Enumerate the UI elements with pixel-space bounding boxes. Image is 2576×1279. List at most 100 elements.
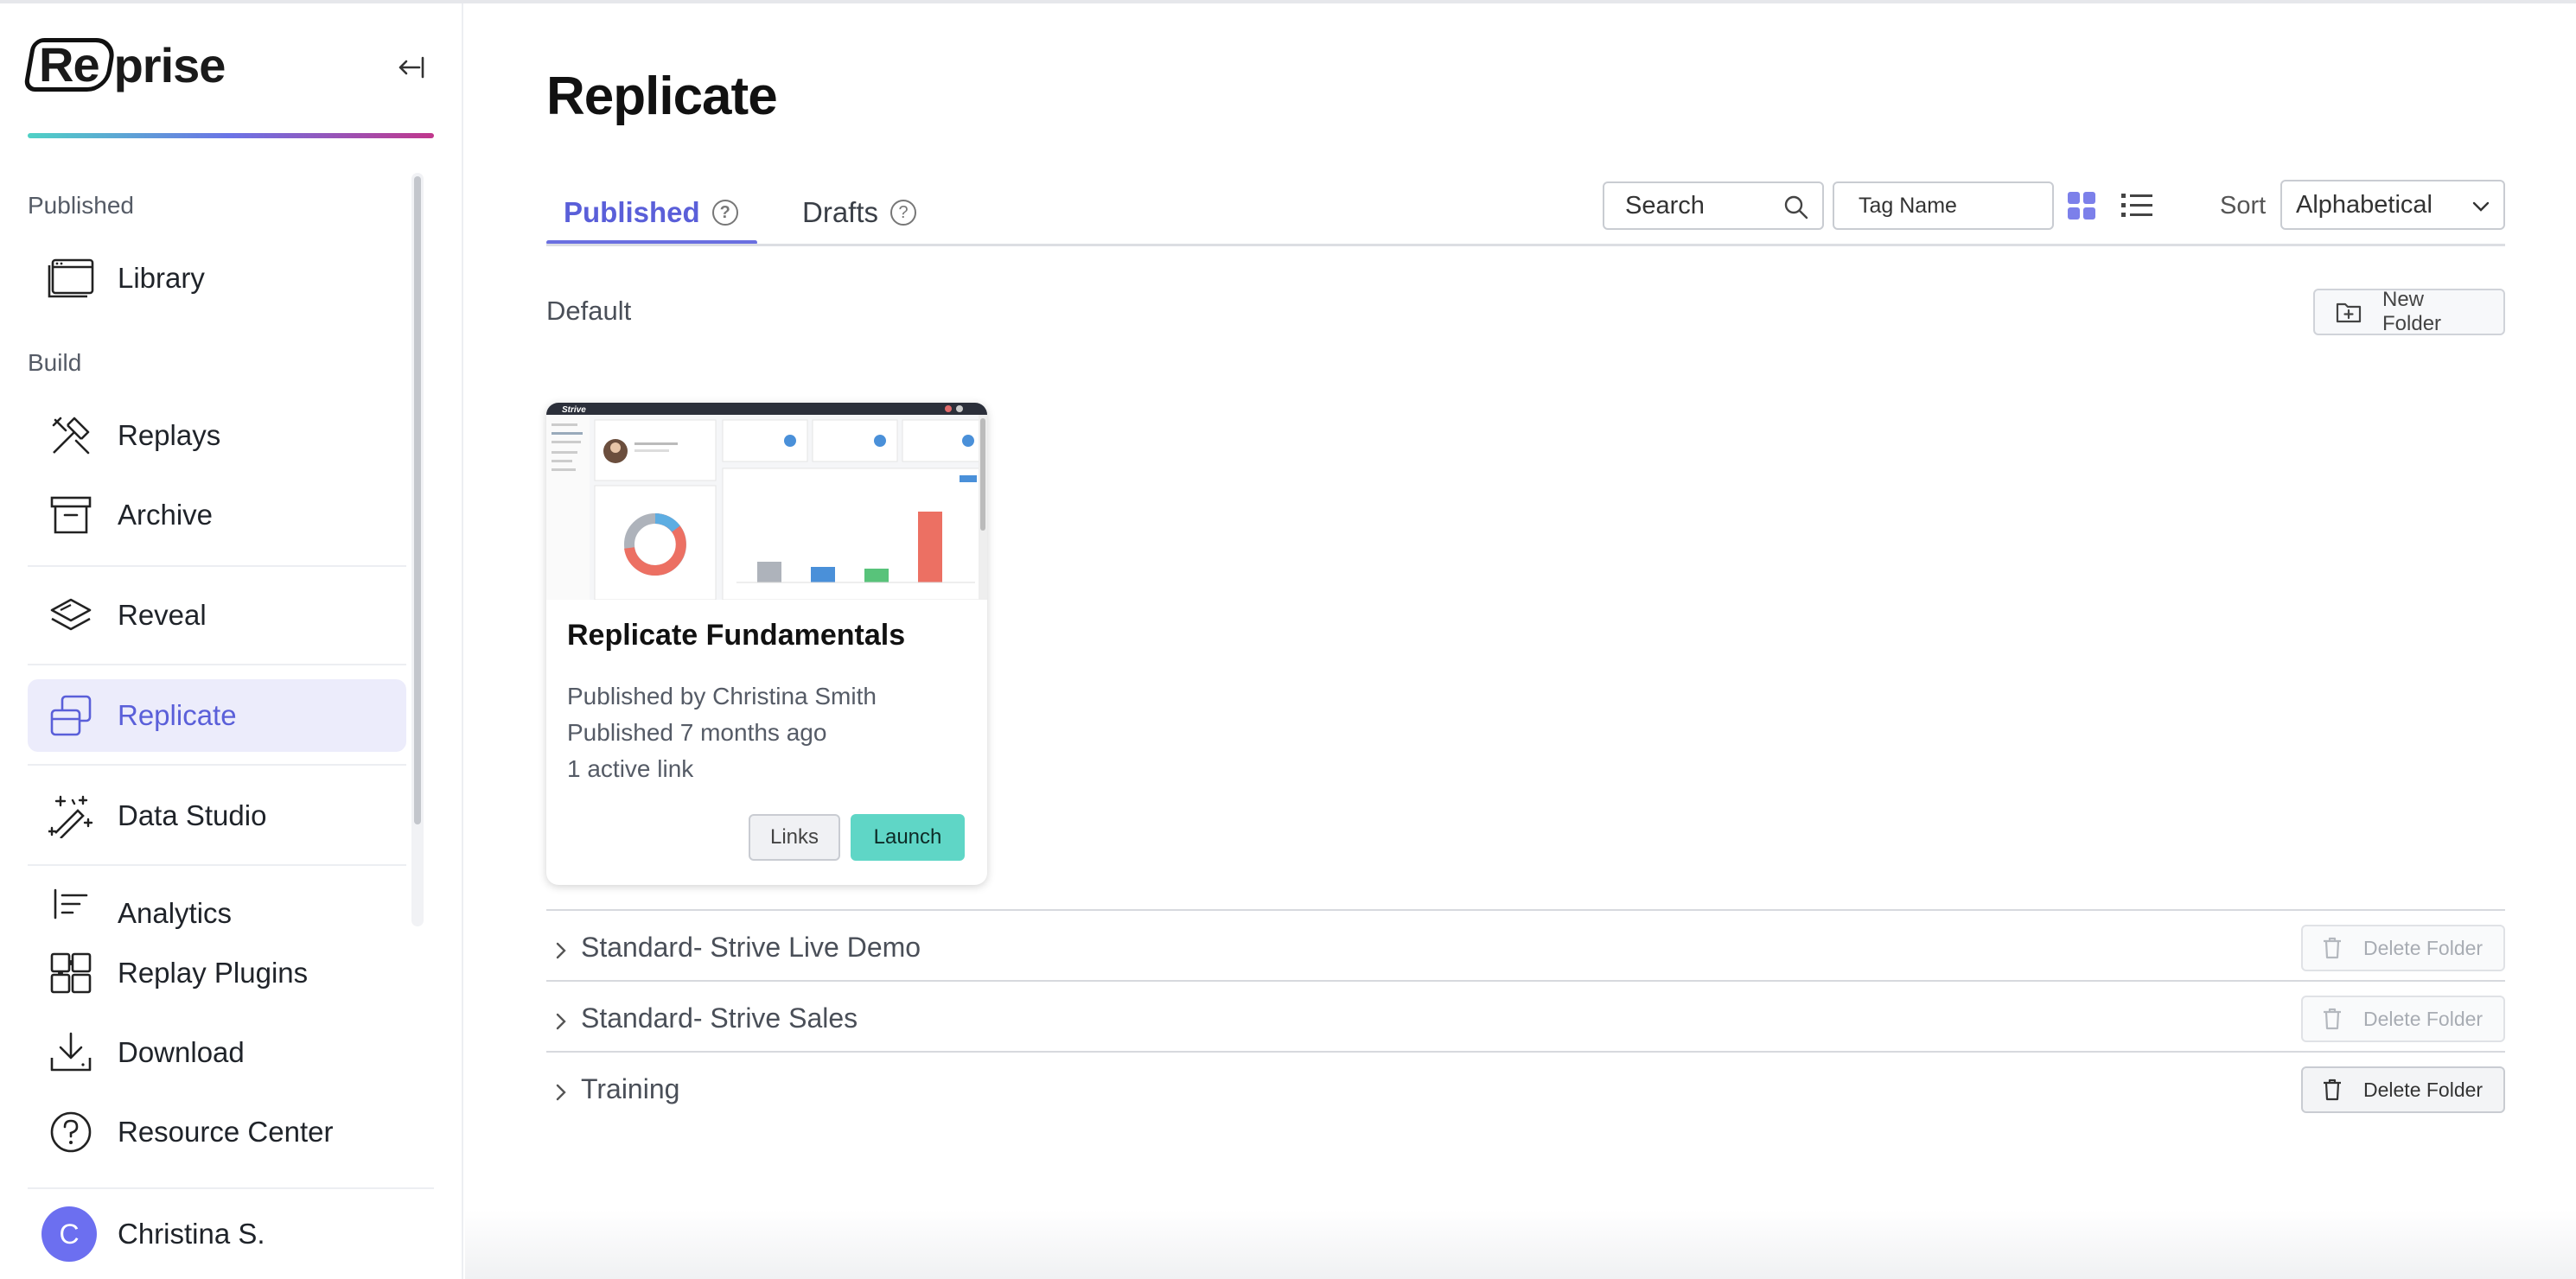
archive-icon: [38, 479, 104, 551]
sidebar-divider: [28, 664, 406, 665]
sidebar-item-analytics[interactable]: Analytics: [28, 878, 406, 930]
delete-folder-button: Delete Folder: [2301, 996, 2505, 1042]
sort-select[interactable]: Alphabetical: [2280, 180, 2505, 230]
sidebar-item-resource-center[interactable]: Resource Center: [28, 1096, 434, 1168]
tab-label: Published: [564, 196, 700, 228]
sidebar-item-replicate[interactable]: Replicate: [28, 679, 406, 752]
sidebar-scrollbar-thumb[interactable]: [414, 176, 421, 824]
search-input[interactable]: Search: [1603, 181, 1824, 230]
bottom-shadow: [465, 1210, 2576, 1279]
logo-text: prise: [113, 37, 226, 92]
magic-wand-icon: [38, 779, 104, 852]
sidebar-item-replay-plugins[interactable]: Replay Plugins: [28, 937, 434, 1009]
replicate-icon: [38, 679, 104, 752]
delete-folder-button[interactable]: Delete Folder: [2301, 1066, 2505, 1113]
sidebar-item-label: Archive: [118, 499, 214, 531]
sidebar-item-label: Reveal: [118, 599, 207, 631]
collapse-sidebar-button[interactable]: [391, 47, 432, 88]
thumbnail-preview: Strive: [546, 403, 987, 600]
delete-folder-button: Delete Folder: [2301, 925, 2505, 971]
delete-folder-label: Delete Folder: [2363, 1078, 2484, 1101]
demo-thumbnail[interactable]: Strive: [546, 403, 987, 600]
sidebar-item-label: Data Studio: [118, 799, 267, 831]
delete-folder-label: Delete Folder: [2363, 1007, 2484, 1030]
new-folder-label: New Folder: [2382, 288, 2442, 335]
sidebar-divider: [28, 1187, 434, 1189]
sidebar-item-reveal[interactable]: Reveal: [28, 579, 406, 652]
collapse-left-icon: [399, 56, 424, 79]
search-icon: [1784, 195, 1808, 220]
puzzle-icon: [38, 937, 104, 1009]
sidebar-item-label: Analytics: [118, 897, 233, 929]
folder-row[interactable]: Standard- Strive Sales Delete Folder: [546, 987, 2505, 1056]
folder-title-default: Default: [546, 296, 632, 326]
help-icon: [38, 1096, 104, 1168]
trash-icon: [2322, 1007, 2343, 1031]
sidebar-divider: [28, 764, 406, 766]
sidebar-item-label: Resource Center: [118, 1116, 334, 1148]
tabs-divider: [546, 244, 2505, 246]
layers-icon: [38, 579, 104, 652]
tools-icon: [38, 399, 104, 472]
list-view-icon[interactable]: [2120, 190, 2154, 221]
analytics-icon: [38, 878, 104, 930]
chevron-down-icon: [2472, 201, 2490, 212]
chevron-right-icon[interactable]: [553, 940, 569, 961]
section-label-build: Build: [28, 349, 82, 376]
sidebar-item-replays[interactable]: Replays: [28, 399, 406, 472]
folder-row[interactable]: Standard- Strive Live Demo Delete Folder: [546, 916, 2505, 985]
card-published-by: Published by Christina Smith: [567, 683, 877, 709]
user-name: Christina S.: [118, 1218, 265, 1250]
sidebar-divider: [28, 565, 406, 567]
tag-filter-value: Tag Name: [1859, 193, 1957, 218]
card-title: Replicate Fundamentals: [567, 619, 906, 652]
chevron-right-icon[interactable]: [553, 1082, 569, 1103]
folder-divider: [546, 980, 2505, 982]
help-circle-icon[interactable]: ?: [711, 200, 738, 226]
page-title: Replicate: [546, 67, 778, 126]
grid-view-icon[interactable]: [2066, 190, 2097, 221]
sidebar-scrollbar[interactable]: [411, 173, 424, 926]
reprise-logo[interactable]: Re prise: [22, 36, 226, 93]
delete-folder-label: Delete Folder: [2363, 936, 2484, 959]
new-folder-button[interactable]: New Folder: [2313, 288, 2505, 335]
sidebar-item-label: Replicate: [118, 699, 237, 731]
tab-label: Drafts: [802, 196, 879, 228]
tab-published[interactable]: Published ?: [546, 181, 757, 244]
sidebar-item-data-studio[interactable]: Data Studio: [28, 779, 406, 852]
sidebar-item-label: Library: [118, 262, 205, 294]
section-label-published: Published: [28, 192, 134, 219]
folder-row[interactable]: Training Delete Folder: [546, 1058, 2505, 1127]
launch-button[interactable]: Launch: [851, 814, 965, 861]
sidebar-item-label: Replay Plugins: [118, 957, 309, 989]
avatar: C: [41, 1206, 97, 1262]
sidebar-item-archive[interactable]: Archive: [28, 479, 406, 551]
main-content: Replicate Published ? Drafts ? Search Ta…: [465, 3, 2576, 1279]
folder-name: Training: [581, 1073, 680, 1104]
links-button[interactable]: Links: [749, 814, 840, 861]
sort-value: Alphabetical: [2296, 190, 2433, 219]
logo-boxed-text: Re: [39, 37, 99, 92]
sort-label: Sort: [2220, 192, 2267, 220]
brand-gradient-divider: [28, 133, 434, 138]
folder-divider: [546, 909, 2505, 911]
folder-name: Standard- Strive Sales: [581, 1002, 858, 1034]
folder-divider: [546, 1051, 2505, 1053]
search-input-value: Search: [1625, 191, 1705, 220]
thumbnail-brand: Strive: [562, 405, 586, 415]
trash-icon: [2322, 1078, 2343, 1102]
folder-plus-icon: [2336, 301, 2362, 323]
card-published-ago: Published 7 months ago: [567, 719, 827, 746]
help-circle-icon[interactable]: ?: [890, 200, 917, 226]
sidebar-item-library[interactable]: Library: [28, 242, 406, 315]
tab-drafts[interactable]: Drafts ?: [802, 181, 917, 244]
user-profile-button[interactable]: C Christina S.: [28, 1198, 434, 1270]
sidebar-item-download[interactable]: Download: [28, 1016, 434, 1089]
trash-icon: [2322, 936, 2343, 960]
demo-card[interactable]: Strive Replicate Fundamentals Published …: [546, 403, 987, 885]
tag-name-filter[interactable]: Tag Name: [1833, 181, 2054, 230]
chevron-right-icon[interactable]: [553, 1011, 569, 1032]
download-icon: [38, 1016, 104, 1089]
sidebar: Re prise Published Library Build Replays…: [0, 3, 463, 1279]
folder-name: Standard- Strive Live Demo: [581, 932, 921, 963]
